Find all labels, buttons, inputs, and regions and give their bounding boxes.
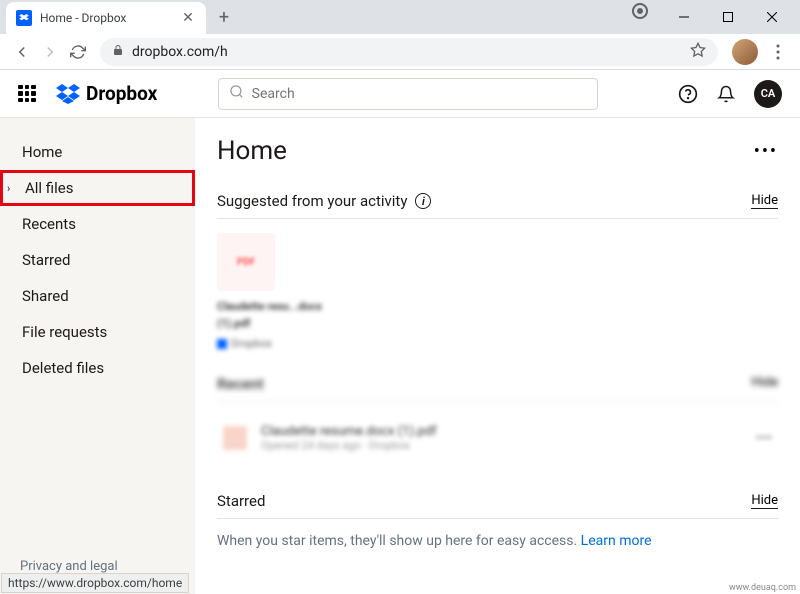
reload-button[interactable] xyxy=(64,38,92,66)
sidebar-item-label: Home xyxy=(22,143,62,161)
sidebar-item-label: Starred xyxy=(22,251,70,269)
sidebar-item-shared[interactable]: Shared xyxy=(0,278,195,314)
close-icon[interactable]: ✕ xyxy=(180,10,196,26)
profile-avatar[interactable] xyxy=(732,39,758,65)
logo-text: Dropbox xyxy=(86,82,157,105)
close-window-button[interactable] xyxy=(750,3,794,31)
tab-strip: Home - Dropbox ✕ + xyxy=(0,0,800,34)
file-source: Dropbox xyxy=(231,336,272,353)
section-suggested-title: Suggested from your activity xyxy=(217,192,407,210)
status-bar-link: https://www.dropbox.com/home xyxy=(1,573,189,593)
file-thumbnail: PDF xyxy=(217,233,275,291)
dropbox-favicon xyxy=(16,10,32,26)
more-options-icon[interactable]: ••• xyxy=(754,141,778,162)
sidebar: Home › All files Recents Starred Shared F… xyxy=(0,118,195,594)
main-content: Home ••• Suggested from your activity i … xyxy=(195,118,800,594)
section-starred-title: Starred xyxy=(217,492,265,510)
forward-button[interactable] xyxy=(36,38,64,66)
sidebar-item-label: File requests xyxy=(22,323,107,341)
pdf-icon xyxy=(223,426,247,450)
recent-item-name: Claudette resume.docx (1).pdf xyxy=(261,424,437,439)
user-avatar[interactable]: CA xyxy=(754,80,782,108)
star-icon[interactable] xyxy=(690,42,706,62)
citation: www.deuaq.com xyxy=(727,583,798,593)
starred-empty-text: When you star items, they'll show up her… xyxy=(217,533,778,549)
address-bar: dropbox.com/h xyxy=(0,34,800,70)
hide-suggested-link[interactable]: Hide xyxy=(751,193,778,209)
sidebar-item-recents[interactable]: Recents xyxy=(0,206,195,242)
browser-tab[interactable]: Home - Dropbox ✕ xyxy=(6,2,206,34)
pdf-badge: PDF xyxy=(237,257,255,268)
section-recent-title: Recent xyxy=(217,375,264,393)
record-icon[interactable] xyxy=(632,3,648,19)
search-input[interactable] xyxy=(252,86,587,102)
new-tab-button[interactable]: + xyxy=(210,3,238,31)
bell-icon[interactable] xyxy=(716,84,736,104)
privacy-link[interactable]: Privacy and legal xyxy=(20,559,118,574)
url-box[interactable]: dropbox.com/h xyxy=(100,38,718,66)
dropbox-source-icon xyxy=(217,339,227,349)
tab-title: Home - Dropbox xyxy=(40,11,180,25)
maximize-button[interactable] xyxy=(706,3,750,31)
apps-grid-icon[interactable] xyxy=(18,85,36,103)
hide-starred-link[interactable]: Hide xyxy=(751,493,778,509)
back-button[interactable] xyxy=(8,38,36,66)
recent-item-sub: Opened 24 days ago · Dropbox xyxy=(261,439,437,452)
help-icon[interactable] xyxy=(678,84,698,104)
recent-item-menu[interactable]: ••• xyxy=(756,428,772,447)
sidebar-item-label: All files xyxy=(25,179,73,197)
learn-more-link[interactable]: Learn more xyxy=(581,533,652,549)
page-title: Home xyxy=(217,136,287,166)
sidebar-item-label: Recents xyxy=(22,215,76,233)
minimize-button[interactable] xyxy=(662,3,706,31)
recent-item[interactable]: Claudette resume.docx (1).pdf Opened 24 … xyxy=(217,410,778,466)
app-content: Dropbox CA Home › All files Recents Starr… xyxy=(0,70,800,594)
chevron-right-icon: › xyxy=(7,182,10,195)
sidebar-item-all-files[interactable]: › All files xyxy=(0,170,195,206)
search-box[interactable] xyxy=(218,78,598,110)
file-name: Claudette resu...docx (1).pdf xyxy=(217,299,347,332)
sidebar-item-file-requests[interactable]: File requests xyxy=(0,314,195,350)
dropbox-logo-icon xyxy=(56,84,80,104)
browser-menu-icon[interactable] xyxy=(764,38,792,66)
info-icon[interactable]: i xyxy=(415,193,431,209)
app-header: Dropbox CA xyxy=(0,70,800,118)
sidebar-item-label: Shared xyxy=(22,287,69,305)
suggested-file[interactable]: PDF Claudette resu...docx (1).pdf Dropbo… xyxy=(217,233,347,353)
dropbox-logo[interactable]: Dropbox xyxy=(56,82,157,105)
sidebar-item-starred[interactable]: Starred xyxy=(0,242,195,278)
hide-recent-link[interactable]: Hide xyxy=(751,375,778,393)
url-text: dropbox.com/h xyxy=(132,44,690,60)
lock-icon xyxy=(112,44,124,59)
sidebar-item-label: Deleted files xyxy=(22,359,104,377)
browser-chrome: Home - Dropbox ✕ + dropbox.com/h xyxy=(0,0,800,70)
sidebar-item-home[interactable]: Home xyxy=(0,134,195,170)
sidebar-item-deleted-files[interactable]: Deleted files xyxy=(0,350,195,386)
search-icon xyxy=(229,84,244,103)
